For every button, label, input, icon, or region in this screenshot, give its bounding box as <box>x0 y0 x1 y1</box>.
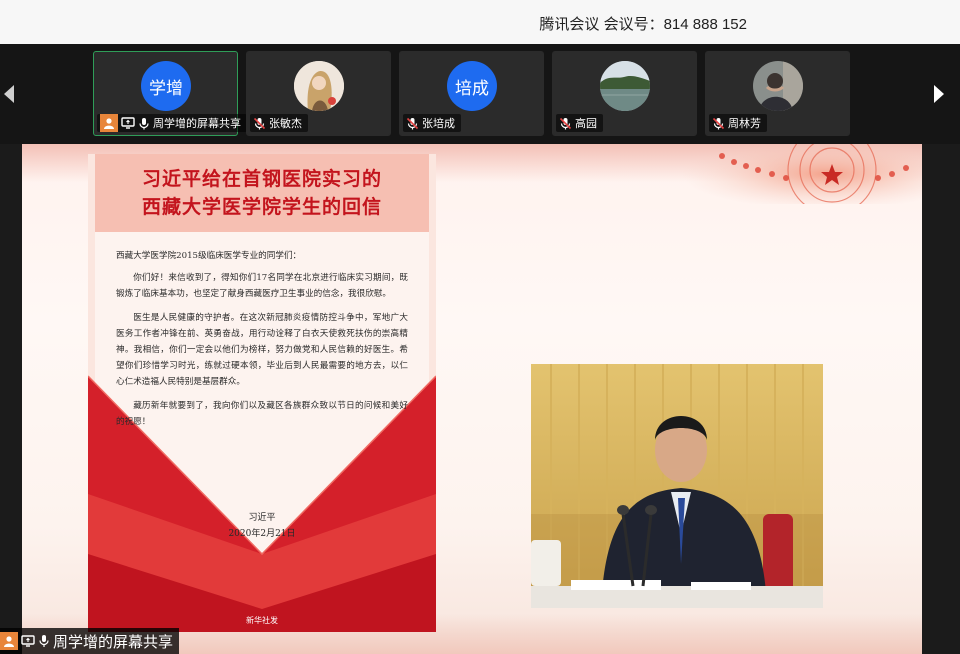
letter-signature: 习近平 2020年2月21日 <box>88 510 436 542</box>
chevron-right-icon[interactable] <box>932 83 946 105</box>
participant-label: 张敏杰 <box>250 114 308 132</box>
letter-poster: 习近平给在首钢医院实习的 西藏大学医学院学生的回信 西藏大学医学院2015级临床… <box>88 154 436 632</box>
speaker-photo <box>531 364 823 608</box>
screen-share-icon <box>121 117 135 129</box>
letter-header: 习近平给在首钢医院实习的 西藏大学医学院学生的回信 <box>95 154 429 232</box>
participant-tile-zhangpeicheng[interactable]: 培成 张培成 <box>399 51 544 136</box>
publisher-label: 新华社发 <box>246 616 278 625</box>
national-emblem-icon <box>682 144 922 204</box>
participant-label: 周林芳 <box>709 114 767 132</box>
participant-name: 张培成 <box>422 117 455 130</box>
avatar-photo <box>753 61 803 111</box>
shared-screen-view: 习近平给在首钢医院实习的 西藏大学医学院学生的回信 西藏大学医学院2015级临床… <box>0 144 960 654</box>
participant-strip: 学增 周学增的屏幕共享 张敏杰 培成 张培成 高园 周林芳 <box>0 44 960 144</box>
avatar: 培成 <box>447 61 497 111</box>
participant-name: 张敏杰 <box>269 117 302 130</box>
title-bar: 腾讯会议 会议号：814 888 152 <box>0 0 960 44</box>
signature-name: 习近平 <box>248 513 276 523</box>
letter-title-line2: 西藏大学医学院学生的回信 <box>141 196 382 218</box>
participant-name: 高园 <box>575 117 597 130</box>
participant-label: 高园 <box>556 114 603 132</box>
participant-tile-zhoulinfang[interactable]: 周林芳 <box>705 51 850 136</box>
letter-salutation: 西藏大学医学院2015级临床医学专业的同学们： <box>116 251 302 261</box>
letter-paragraph: 你们好！来信收到了，得知你们17名同学在北京进行临床实习期间，既锻炼了临床基本功… <box>116 273 408 299</box>
screen-share-icon <box>21 635 35 647</box>
presentation-slide: 习近平给在首钢医院实习的 西藏大学医学院学生的回信 西藏大学医学院2015级临床… <box>22 144 922 654</box>
participant-tile-gaoyuan[interactable]: 高园 <box>552 51 697 136</box>
host-icon <box>0 632 18 650</box>
letter-paragraph: 藏历新年就要到了，我向你们以及藏区各族群众致以节日的问候和美好的祝愿！ <box>116 401 408 427</box>
letter-title-line1: 习近平给在首钢医院实习的 <box>141 168 382 190</box>
participant-tile-zhouxuezeng[interactable]: 学增 周学增的屏幕共享 <box>93 51 247 136</box>
muted-microphone-icon <box>253 117 266 129</box>
xinhua-logo-icon: 新华社发 <box>88 615 436 626</box>
signature-date: 2020年2月21日 <box>228 529 296 539</box>
share-label-text: 周学增的屏幕共享 <box>53 632 174 651</box>
muted-microphone-icon <box>712 117 725 129</box>
participant-name: 周学增的屏幕共享 <box>153 117 241 130</box>
participant-tile-zhangminjie[interactable]: 张敏杰 <box>246 51 391 136</box>
avatar-photo <box>600 61 650 111</box>
microphone-icon <box>39 635 49 647</box>
letter-body: 西藏大学医学院2015级临床医学专业的同学们： 你们好！来信收到了，得知你们17… <box>116 248 408 438</box>
chevron-left-icon[interactable] <box>2 83 16 105</box>
host-icon <box>100 114 118 132</box>
avatar-photo <box>294 61 344 111</box>
letter-paragraph: 医生是人民健康的守护者。在这次新冠肺炎疫情防控斗争中，军地广大医务工作者冲锋在前… <box>116 313 408 387</box>
muted-microphone-icon <box>559 117 572 129</box>
participant-label: 周学增的屏幕共享 <box>97 114 247 132</box>
participant-label: 张培成 <box>403 114 461 132</box>
microphone-icon <box>139 117 149 129</box>
participant-name: 周林芳 <box>728 117 761 130</box>
screen-share-indicator: 周学增的屏幕共享 <box>0 628 180 654</box>
muted-microphone-icon <box>406 117 419 129</box>
meeting-info: 腾讯会议 会议号：814 888 152 <box>539 16 747 33</box>
avatar: 学增 <box>141 61 191 111</box>
